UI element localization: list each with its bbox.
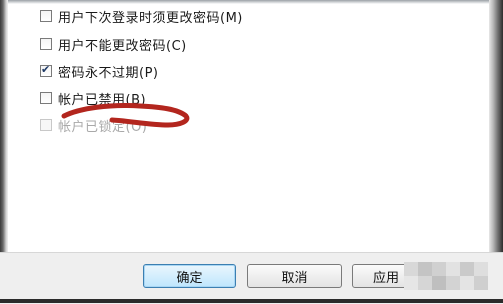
mosaic-block xyxy=(404,276,418,290)
checkbox-must-change-password[interactable] xyxy=(40,10,52,22)
option-label: 帐户已禁用(B) xyxy=(58,92,147,108)
window-bottom-edge xyxy=(0,299,503,303)
mosaic-block xyxy=(404,262,418,276)
mosaic-block xyxy=(446,276,460,290)
mosaic-block xyxy=(446,262,460,276)
checkbox-password-never-expires[interactable] xyxy=(40,63,52,77)
option-account-locked: 帐户已锁定(O) xyxy=(40,115,147,135)
option-account-disabled[interactable]: 帐户已禁用(B) xyxy=(40,88,146,108)
mosaic-block xyxy=(474,276,488,290)
mosaic-block xyxy=(460,276,474,290)
option-label: 用户不能更改密码(C) xyxy=(58,38,187,54)
option-label: 密码永不过期(P) xyxy=(58,65,159,81)
ok-button[interactable]: 确定 xyxy=(143,264,236,288)
mosaic-block xyxy=(418,262,432,276)
option-cannot-change-password[interactable]: 用户不能更改密码(C) xyxy=(40,34,187,54)
option-password-never-expires[interactable]: 密码永不过期(P) xyxy=(40,61,158,81)
checkbox-account-locked xyxy=(40,119,52,131)
mosaic-block xyxy=(432,276,446,290)
checkbox-account-disabled[interactable] xyxy=(40,92,52,104)
mosaic-block xyxy=(474,262,488,276)
window-top-edge xyxy=(0,0,503,4)
cancel-button[interactable]: 取消 xyxy=(247,264,342,288)
option-label: 用户下次登录时须更改密码(M) xyxy=(58,10,243,26)
option-must-change-password[interactable]: 用户下次登录时须更改密码(M) xyxy=(40,6,243,26)
mosaic-block xyxy=(418,276,432,290)
checkbox-cannot-change-password[interactable] xyxy=(40,38,52,50)
option-label: 帐户已锁定(O) xyxy=(58,119,148,135)
mosaic-block xyxy=(432,262,446,276)
mosaic-block xyxy=(460,262,474,276)
